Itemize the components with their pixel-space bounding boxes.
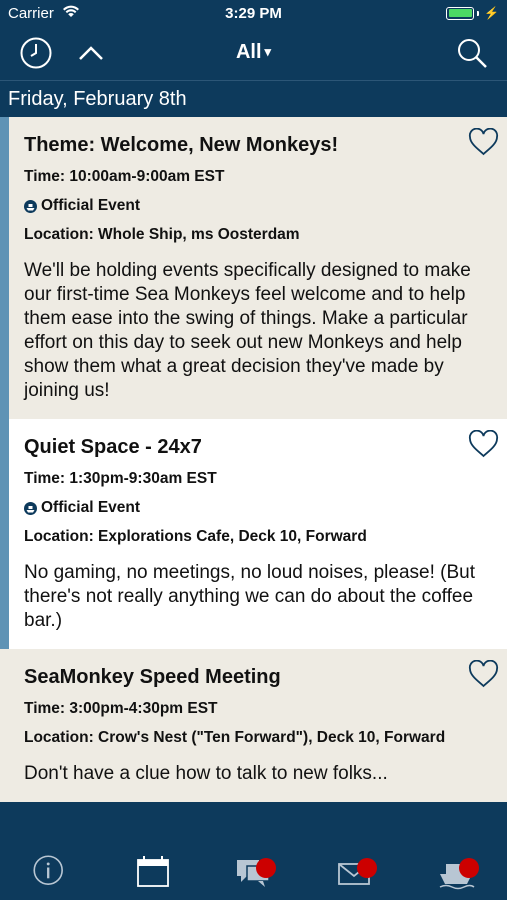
ship-tab[interactable] xyxy=(436,852,479,892)
event-card[interactable]: Quiet Space - 24x7 Time: 1:30pm-9:30am E… xyxy=(0,419,507,649)
status-bar: Carrier 3:29 PM ⚡ xyxy=(0,0,507,28)
notification-badge xyxy=(459,858,479,878)
event-description: We'll be holding events specifically des… xyxy=(24,260,471,401)
event-location: Location: Explorations Cafe, Deck 10, Fo… xyxy=(24,528,367,545)
calendar-icon[interactable] xyxy=(133,852,173,892)
official-event-tag: Official Event xyxy=(24,196,489,216)
official-event-tag: Official Event xyxy=(24,498,489,518)
event-time: Time: 1:30pm-9:30am EST xyxy=(24,470,217,487)
official-event-label: Official Event xyxy=(41,197,141,214)
heart-icon[interactable] xyxy=(468,660,499,688)
event-card[interactable]: Theme: Welcome, New Monkeys! Time: 10:00… xyxy=(0,117,507,419)
chat-tab[interactable] xyxy=(233,852,276,892)
tab-bar xyxy=(0,840,507,900)
official-event-label: Official Event xyxy=(41,499,141,516)
event-title: Quiet Space - 24x7 xyxy=(24,436,202,458)
filter-label: All xyxy=(235,41,262,63)
notification-badge xyxy=(256,858,276,878)
notification-badge xyxy=(357,858,377,878)
info-icon[interactable] xyxy=(32,854,68,890)
event-time: Time: 10:00am-9:00am EST xyxy=(24,168,225,185)
navigation-bar: All ▾ xyxy=(0,28,507,78)
event-time: Time: 3:00pm-4:30pm EST xyxy=(24,700,218,717)
ship-icon xyxy=(24,501,37,515)
search-icon[interactable] xyxy=(455,36,489,70)
event-stripe xyxy=(0,419,9,649)
ship-icon xyxy=(24,199,37,213)
event-card[interactable]: SeaMonkey Speed Meeting Time: 3:00pm-4:3… xyxy=(0,649,507,802)
clock-time: 3:29 PM xyxy=(225,5,282,22)
event-description: Don't have a clue how to talk to new fol… xyxy=(24,763,388,784)
chevron-down-icon: ▾ xyxy=(264,44,272,59)
charging-icon: ⚡ xyxy=(484,6,499,20)
event-list[interactable]: Theme: Welcome, New Monkeys! Time: 10:00… xyxy=(0,117,507,840)
heart-icon[interactable] xyxy=(468,430,499,458)
event-location: Location: Crow's Nest ("Ten Forward"), D… xyxy=(24,729,446,746)
filter-dropdown[interactable]: All ▾ xyxy=(0,41,507,64)
event-stripe xyxy=(0,117,9,419)
date-section-header: Friday, February 8th xyxy=(0,80,507,117)
heart-icon[interactable] xyxy=(468,128,499,156)
event-title: Theme: Welcome, New Monkeys! xyxy=(24,134,339,156)
event-location: Location: Whole Ship, ms Oosterdam xyxy=(24,226,300,243)
event-title: SeaMonkey Speed Meeting xyxy=(24,666,281,688)
mail-tab[interactable] xyxy=(335,852,377,892)
event-description: No gaming, no meetings, no loud noises, … xyxy=(24,562,475,631)
battery-indicator: ⚡ xyxy=(446,6,499,20)
